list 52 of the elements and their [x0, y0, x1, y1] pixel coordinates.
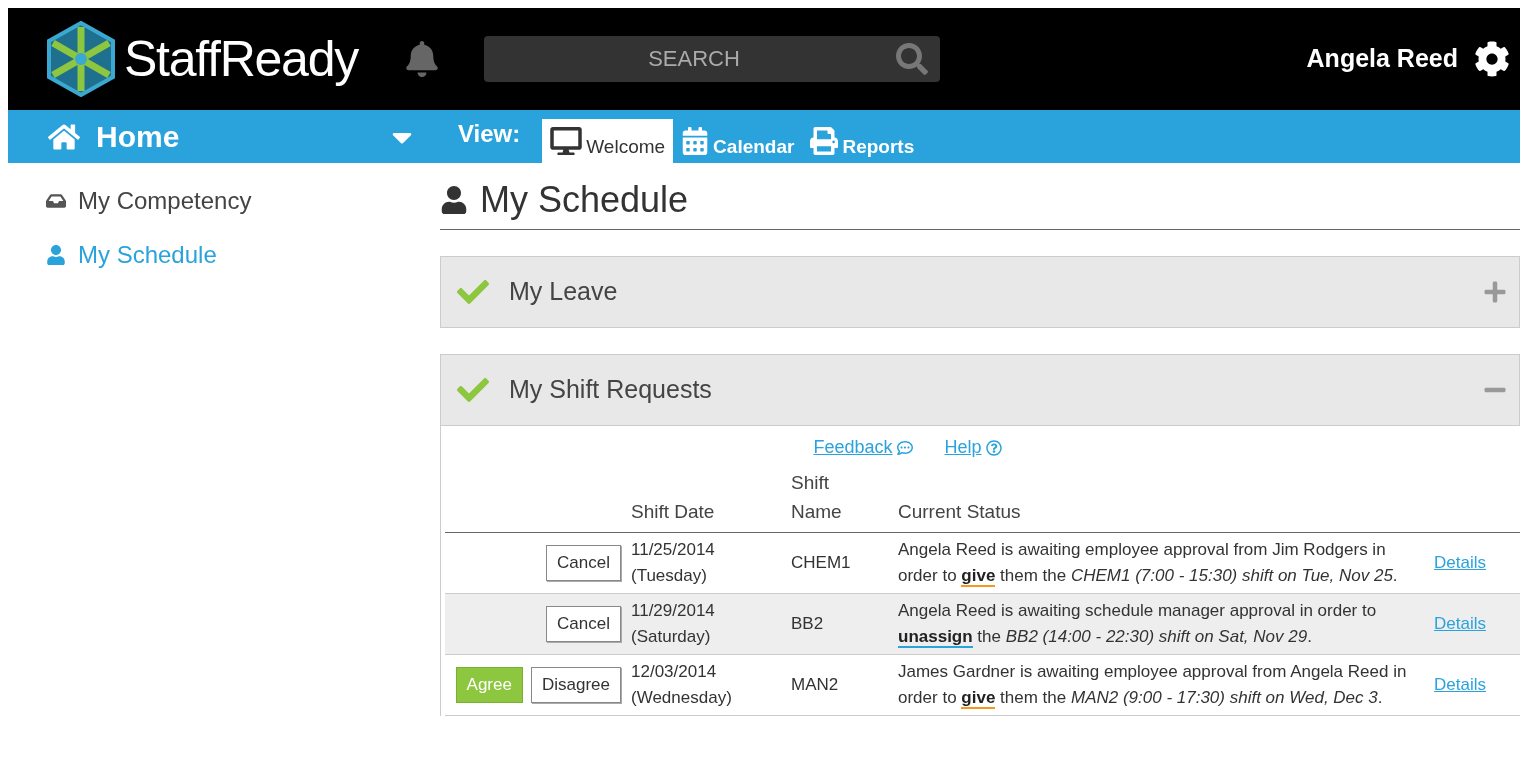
user-name[interactable]: Angela Reed — [1306, 40, 1458, 78]
details-link[interactable]: Details — [1434, 550, 1486, 576]
calendar-icon — [681, 127, 710, 155]
view-label: View: — [458, 118, 521, 149]
status-text: Angela Reed is awaiting schedule manager approval in order to unassign the BB2 (14:00 - 22:30) shift on Sat, Nov 29. — [898, 600, 1378, 650]
shift-name: MAN2 — [791, 674, 840, 697]
column-header: Current Status — [898, 499, 1022, 524]
page-title: My Schedule — [480, 178, 689, 222]
details-link[interactable]: Details — [1434, 611, 1486, 637]
tray-icon — [46, 191, 66, 211]
section-header[interactable]: My Shift Requests — [440, 354, 1520, 426]
logo-text: StaffReady — [124, 29, 358, 89]
column-header: Shift Date — [631, 499, 716, 524]
expand-icon[interactable] — [1483, 280, 1507, 304]
bell-icon[interactable] — [403, 41, 440, 77]
view-tab[interactable]: Welcome — [542, 119, 674, 163]
shift-date: 12/03/2014 — [631, 661, 718, 683]
help-link[interactable]: Feedback — [813, 434, 893, 461]
search-icon[interactable] — [895, 43, 928, 75]
monitor-icon — [550, 127, 583, 155]
action-button[interactable]: Disagree — [530, 667, 621, 703]
shift-day: (Wednesday) — [631, 685, 791, 711]
person-icon — [440, 186, 468, 214]
person-icon — [46, 245, 66, 265]
shift-name: CHEM1 — [791, 552, 852, 575]
section-header[interactable]: My Leave — [440, 256, 1520, 328]
speech-bubble-icon — [896, 439, 913, 456]
agree-button[interactable]: Agree — [455, 667, 523, 703]
sidebar-item[interactable]: My Competency — [46, 183, 440, 219]
view-tab[interactable]: Calendar — [673, 119, 803, 163]
hexagon-logo-icon — [46, 21, 116, 97]
section-title: My Shift Requests — [509, 374, 712, 406]
section-title: My Leave — [509, 276, 618, 308]
search-field[interactable]: SEARCH — [483, 36, 940, 82]
details-link[interactable]: Details — [1434, 672, 1486, 698]
shift-day: (Tuesday) — [631, 563, 791, 589]
sidebar-item[interactable]: My Schedule — [46, 237, 440, 273]
shift-date: 11/29/2014 — [631, 600, 716, 622]
status-text: Angela Reed is awaiting employee approval from Jim Rodgers in order to give them the CHEM1 (7:00 - 15:30) shift on Tue, Nov 25. — [898, 539, 1399, 589]
action-button[interactable]: Cancel — [546, 545, 621, 581]
shift-date: 11/25/2014 — [631, 539, 716, 561]
home-link[interactable]: Home — [96, 114, 180, 159]
column-header: Shift Name — [791, 471, 843, 524]
shift-day: (Saturday) — [631, 624, 791, 650]
settings-icon[interactable] — [1474, 41, 1510, 77]
view-tab[interactable]: Reports — [802, 119, 923, 163]
status-text: James Gardner is awaiting employee approval from Angela Reed in order to give them the MAN2 (9:00 - 17:30) shift on Wed, Dec 3. — [898, 661, 1408, 711]
question-icon — [985, 439, 1002, 456]
shift-name: BB2 — [791, 613, 825, 636]
help-link[interactable]: Help — [944, 434, 982, 461]
action-button[interactable]: Cancel — [546, 606, 621, 642]
printer-icon — [810, 127, 839, 155]
